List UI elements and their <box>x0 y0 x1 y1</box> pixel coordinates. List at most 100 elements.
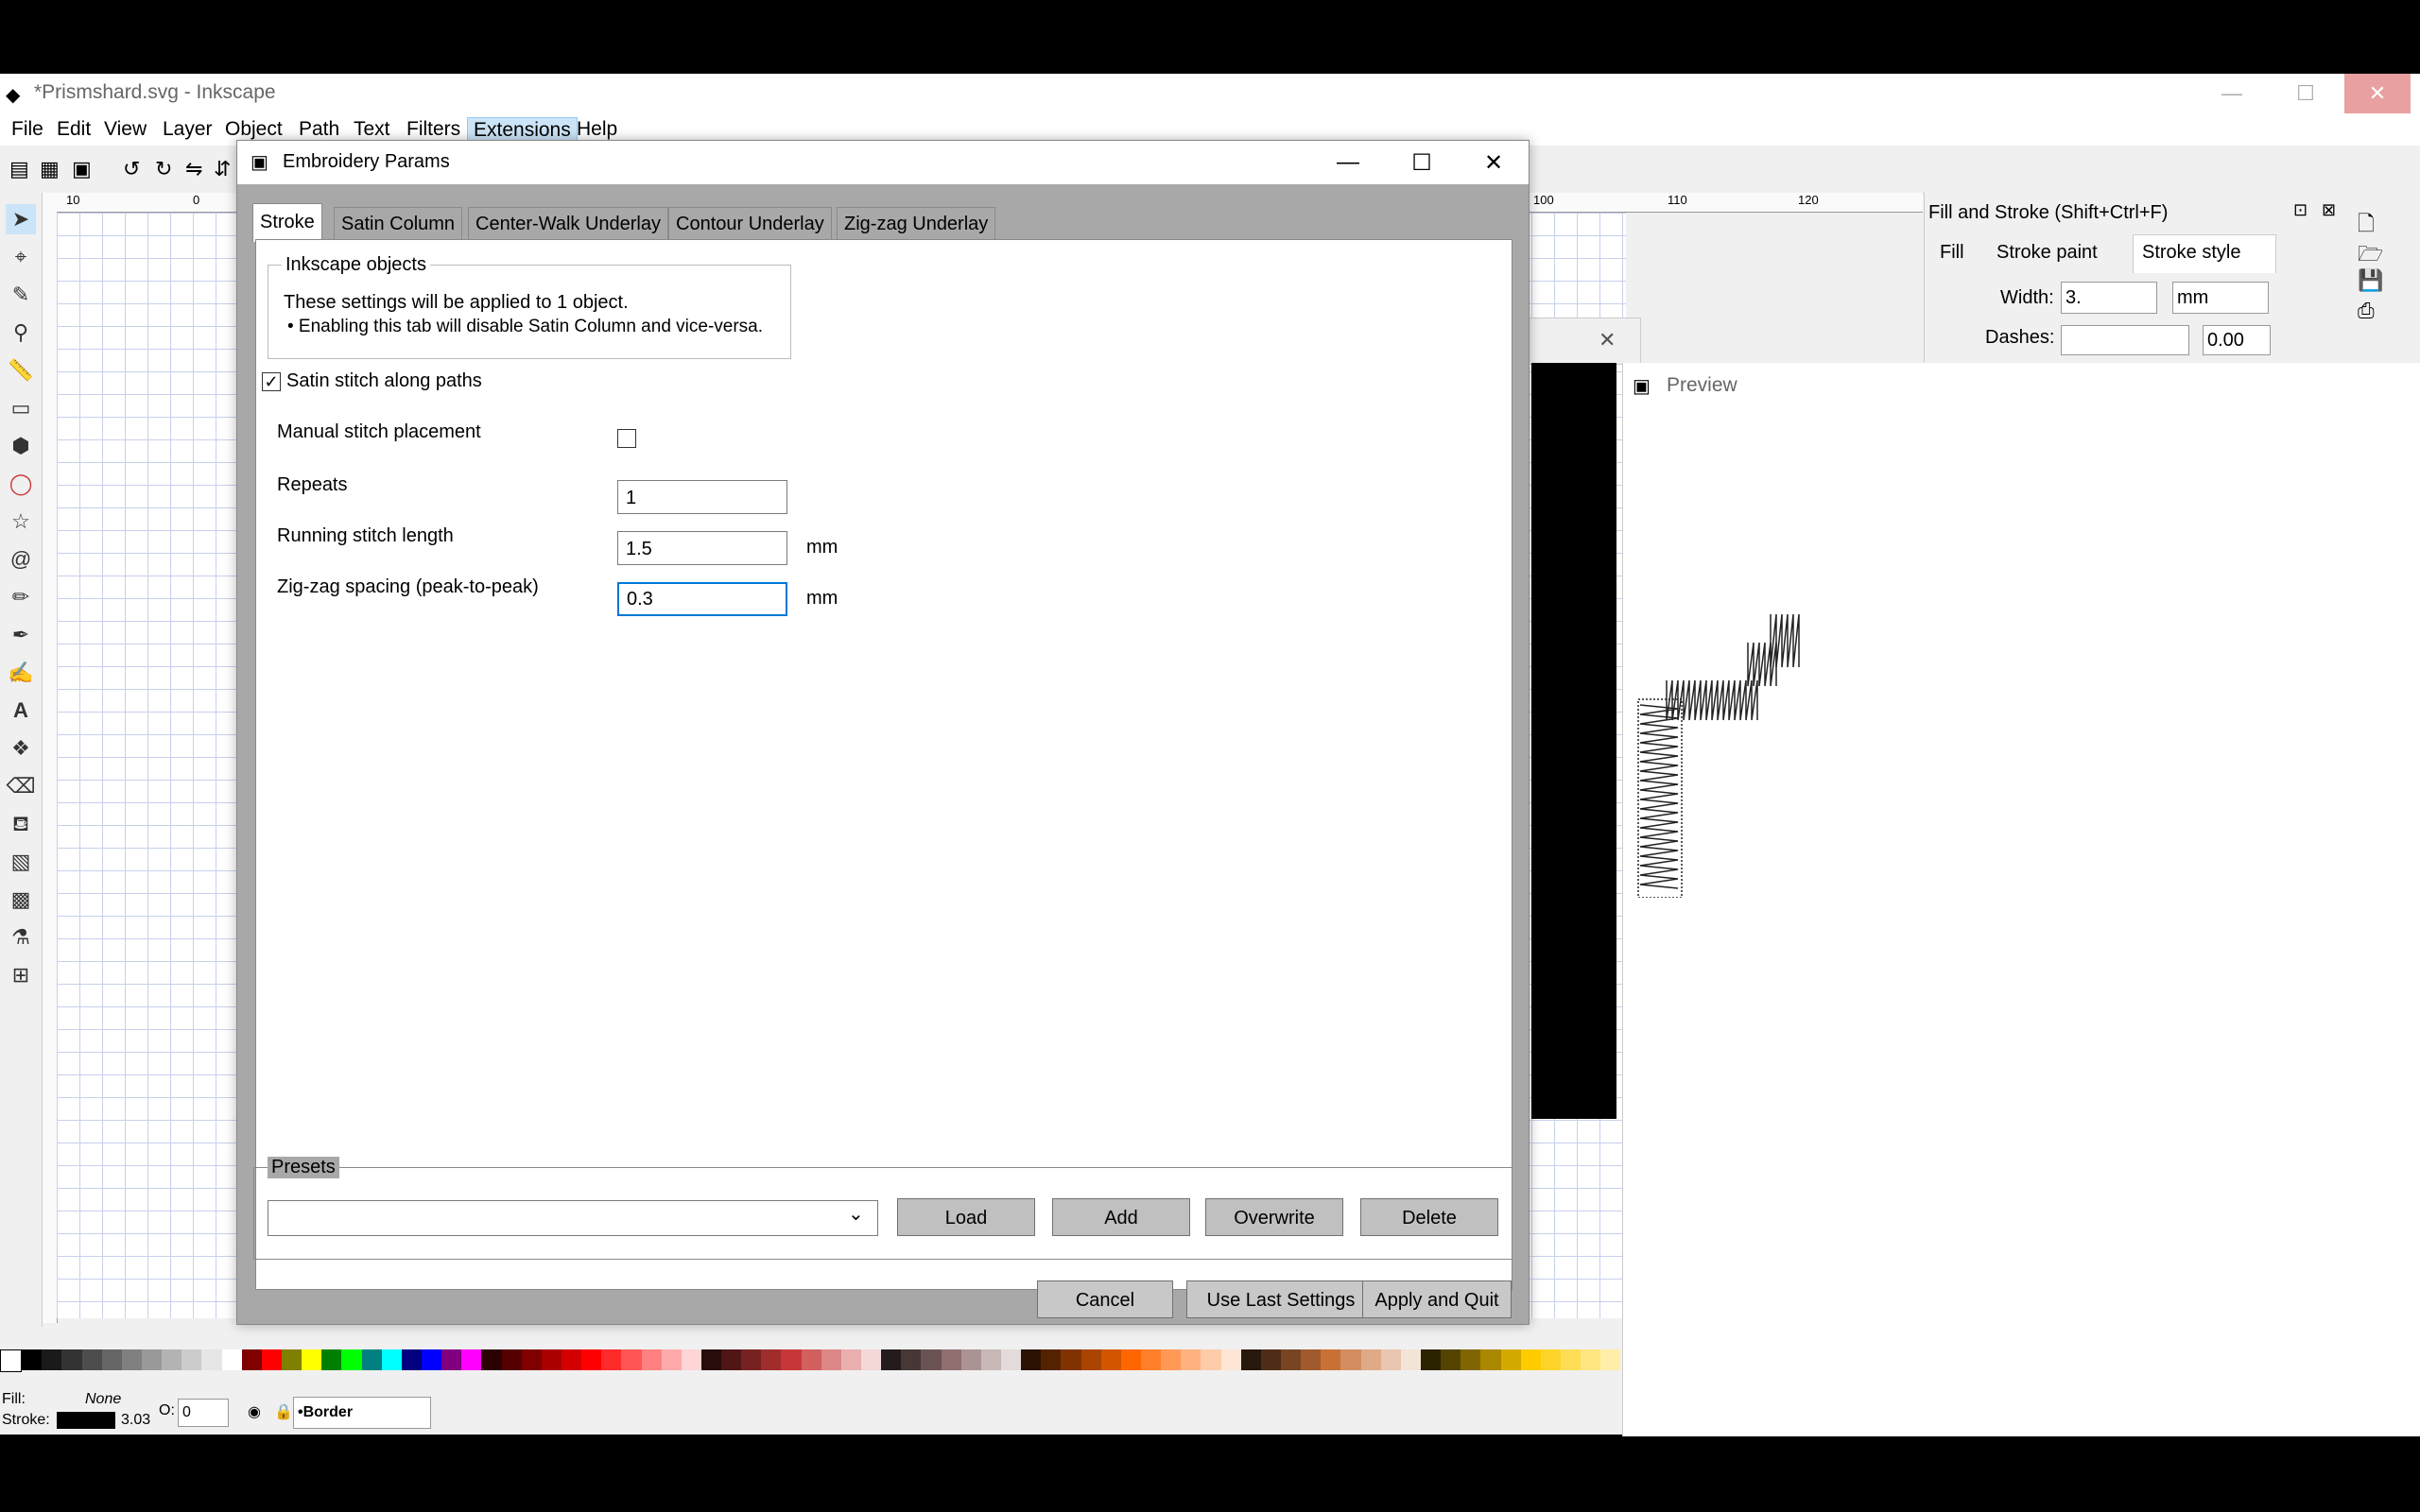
chevron-down-icon[interactable]: ⌄ <box>848 1202 864 1226</box>
gradient-tool-icon[interactable]: ▧ <box>6 847 36 877</box>
zoom-tool-icon[interactable]: ⚲ <box>6 318 36 348</box>
save-icon[interactable]: 💾 <box>2358 268 2383 293</box>
window-title: *Prismshard.svg - Inkscape <box>34 81 276 103</box>
minimize-button[interactable]: — <box>2199 74 2265 113</box>
3d-box-tool-icon[interactable]: ⬢ <box>6 431 36 461</box>
fill-value[interactable]: None <box>85 1391 121 1408</box>
dropper-tool-icon[interactable]: ⚗ <box>6 922 36 953</box>
tab-stroke-paint[interactable]: Stroke paint <box>1996 242 2098 264</box>
lock-icon[interactable]: 🔒 <box>274 1402 293 1421</box>
tab-stroke[interactable]: Stroke <box>252 203 322 242</box>
ellipse-tool-icon[interactable]: ◯ <box>6 469 36 499</box>
menu-file[interactable]: File <box>6 117 49 142</box>
selector-tool-icon[interactable]: ➤ <box>6 204 36 234</box>
rectangle-tool-icon[interactable]: ▭ <box>6 393 36 423</box>
color-palette[interactable] <box>0 1349 1621 1372</box>
stroke-swatch[interactable] <box>57 1412 115 1429</box>
select-all-layers-icon[interactable]: ▦ <box>40 157 60 181</box>
manual-stitch-checkbox[interactable] <box>617 429 636 448</box>
running-stitch-unit: mm <box>806 537 838 558</box>
dashes-select[interactable] <box>2061 325 2189 355</box>
add-button[interactable]: Add <box>1052 1198 1190 1236</box>
panel-close-icon[interactable]: ⊠ <box>2322 200 2336 220</box>
apply-and-quit-button[interactable]: Apply and Quit <box>1362 1280 1512 1318</box>
visibility-icon[interactable]: ◉ <box>248 1402 261 1421</box>
tab-stroke-style[interactable]: Stroke style <box>2142 242 2240 264</box>
repeats-label: Repeats <box>277 474 348 495</box>
close-button[interactable]: ✕ <box>2344 74 2411 113</box>
dialog-close-button[interactable]: ✕ <box>1457 141 1530 184</box>
tweak-tool-icon[interactable]: ✎ <box>6 280 36 310</box>
star-tool-icon[interactable]: ☆ <box>6 507 36 537</box>
zigzag-spacing-unit: mm <box>806 588 838 609</box>
width-unit-select[interactable]: mm <box>2172 282 2269 314</box>
tab-zigzag-underlay[interactable]: Zig-zag Underlay <box>837 207 996 240</box>
use-last-settings-button[interactable]: Use Last Settings <box>1186 1280 1375 1318</box>
opacity-input[interactable]: 0 <box>178 1399 229 1427</box>
node-tool-icon[interactable]: ⌖ <box>6 242 36 272</box>
inkscape-objects-group: Inkscape objects These settings will be … <box>268 254 791 359</box>
maximize-button[interactable]: ☐ <box>2273 74 2339 113</box>
mesh-tool-icon[interactable]: ▩ <box>6 885 36 915</box>
satin-stitch-checkbox[interactable]: ✓ <box>262 372 281 391</box>
running-stitch-length-label: Running stitch length <box>277 525 454 546</box>
menu-text[interactable]: Text <box>348 117 396 142</box>
print-icon[interactable]: ⎙ <box>2358 299 2375 323</box>
flip-horizontal-icon[interactable]: ⇋ <box>185 157 202 181</box>
background-dialog-close-icon[interactable]: ✕ <box>1599 328 1616 352</box>
dash-offset-input[interactable]: 0.00 <box>2203 325 2271 355</box>
info-line-2: • Enabling this tab will disable Satin C… <box>287 317 764 336</box>
title-bar: ◆ *Prismshard.svg - Inkscape <box>0 74 2420 113</box>
iconify-icon[interactable]: ⊡ <box>2293 200 2308 220</box>
rotate-ccw-icon[interactable]: ↺ <box>123 157 140 181</box>
stroke-width-value[interactable]: 3.03 <box>121 1412 150 1429</box>
preset-name-combobox[interactable] <box>268 1200 878 1236</box>
preview-app-icon: ▣ <box>1633 376 1651 397</box>
zigzag-spacing-input[interactable]: 0.3 <box>617 582 787 616</box>
cancel-button[interactable]: Cancel <box>1037 1280 1173 1318</box>
running-stitch-length-input[interactable]: 1.5 <box>617 531 787 565</box>
tab-contour-underlay[interactable]: Contour Underlay <box>668 207 832 240</box>
tab-fill[interactable]: Fill <box>1940 242 1964 264</box>
calligraphy-tool-icon[interactable]: ✍ <box>6 658 36 688</box>
menu-help[interactable]: Help <box>571 117 623 142</box>
flip-vertical-icon[interactable]: ⇵ <box>214 157 231 181</box>
dialog-minimize-button[interactable]: — <box>1311 141 1385 184</box>
menu-object[interactable]: Object <box>219 117 288 142</box>
spray-tool-icon[interactable]: ❖ <box>6 733 36 764</box>
dialog-title-bar: ▣ Embroidery Params — ☐ ✕ <box>237 141 1529 184</box>
deselect-icon[interactable]: ▣ <box>72 157 92 181</box>
layer-select[interactable]: •Border <box>293 1397 431 1429</box>
dialog-title: Embroidery Params <box>283 151 450 172</box>
ruler-tick-label: 110 <box>1668 193 1687 207</box>
presets-title: Presets <box>268 1157 339 1178</box>
menu-view[interactable]: View <box>98 117 152 142</box>
connector-tool-icon[interactable]: ⊞ <box>6 960 36 990</box>
overwrite-button[interactable]: Overwrite <box>1205 1198 1343 1236</box>
tab-center-walk-underlay[interactable]: Center-Walk Underlay <box>468 207 668 240</box>
ruler-tick-label: 0 <box>193 193 200 207</box>
delete-button[interactable]: Delete <box>1360 1198 1498 1236</box>
select-all-icon[interactable]: ▤ <box>9 157 29 181</box>
pencil-tool-icon[interactable]: ✏ <box>6 582 36 612</box>
measure-tool-icon[interactable]: 📏 <box>6 355 36 386</box>
width-input[interactable]: 3. <box>2061 282 2157 314</box>
pen-tool-icon[interactable]: ✒ <box>6 620 36 650</box>
satin-stitch-label: Satin stitch along paths <box>286 370 482 391</box>
rotate-cw-icon[interactable]: ↻ <box>155 157 172 181</box>
menu-path[interactable]: Path <box>293 117 345 142</box>
eraser-tool-icon[interactable]: ⌫ <box>6 771 36 801</box>
text-tool-icon[interactable]: A <box>6 696 36 726</box>
dialog-maximize-button[interactable]: ☐ <box>1385 141 1459 184</box>
load-button[interactable]: Load <box>897 1198 1035 1236</box>
paint-bucket-tool-icon[interactable]: ⛾ <box>6 809 36 839</box>
spiral-tool-icon[interactable]: @ <box>6 544 36 575</box>
menu-layer[interactable]: Layer <box>157 117 218 142</box>
menu-edit[interactable]: Edit <box>51 117 96 142</box>
inkscape-logo-icon: ◆ <box>6 85 21 106</box>
commands-bar: 🗋 🗁 💾 ⎙ <box>2344 193 2420 363</box>
repeats-input[interactable]: 1 <box>617 480 787 514</box>
tab-satin-column[interactable]: Satin Column <box>334 207 463 240</box>
stitch-preview-graphic <box>1637 614 1800 898</box>
menu-filters[interactable]: Filters <box>401 117 466 142</box>
